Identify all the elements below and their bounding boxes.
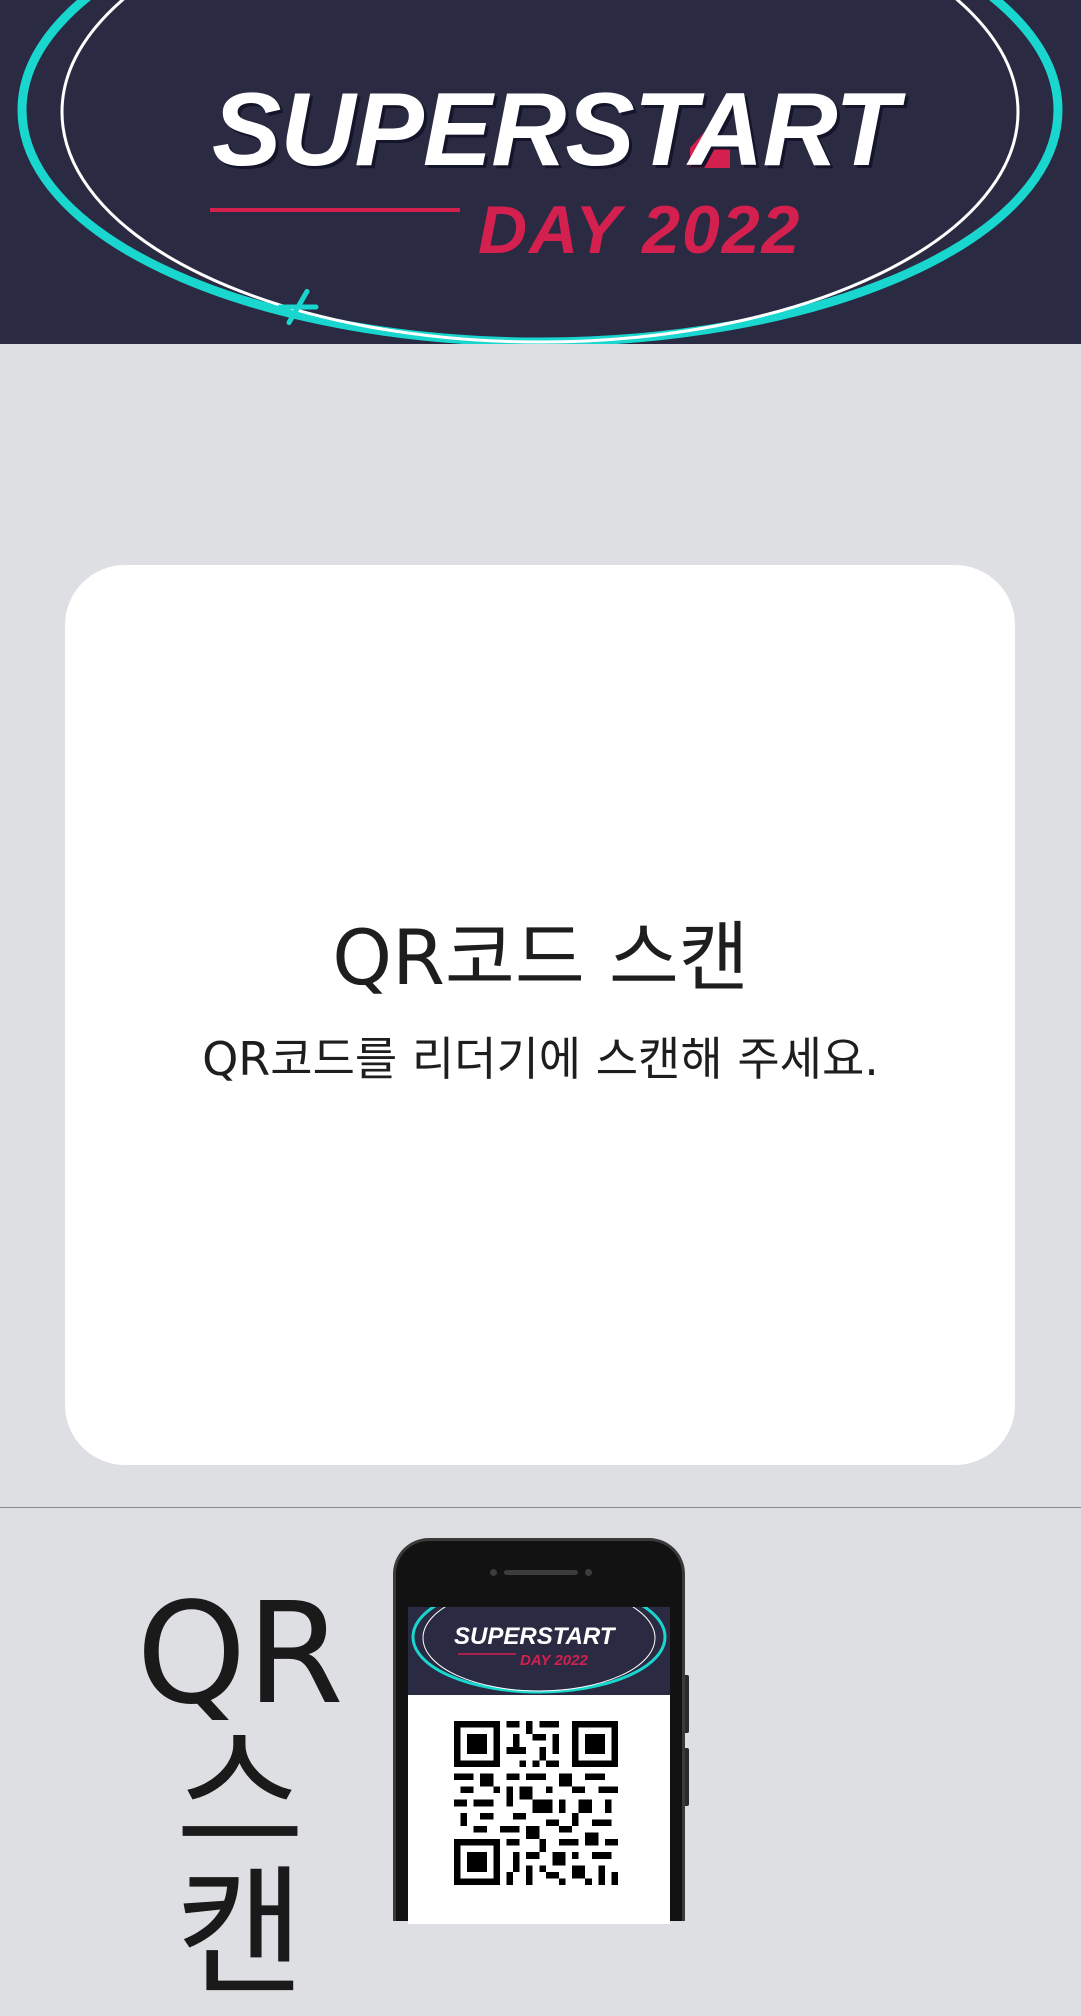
mini-banner: SUPERSTART DAY 2022 (408, 1607, 670, 1695)
mini-banner-decoration (411, 1607, 667, 1694)
card-title: QR코드 스캔 (332, 913, 749, 1002)
guide-label: QR 스캔 (120, 1585, 360, 2005)
guide-label-line1: QR (136, 1573, 344, 1736)
phone-screen: SUPERSTART DAY 2022 (408, 1607, 670, 1924)
logo-rule (210, 208, 460, 212)
header-banner: SUPERSTART DAY 2022 (0, 0, 1081, 344)
qr-code-icon (454, 1721, 618, 1885)
logo-subtitle: DAY 2022 (478, 192, 802, 268)
phone-earpiece-icon (504, 1570, 578, 1575)
mini-logo-title: SUPERSTART (454, 1623, 615, 1650)
phone-icon: SUPERSTART DAY 2022 (393, 1538, 685, 1924)
section-divider (0, 1507, 1081, 1508)
phone-sensor-icon (490, 1569, 497, 1576)
mini-logo-subtitle: DAY 2022 (520, 1652, 588, 1669)
card-subtitle: QR코드를 리더기에 스캔해 주세요. (202, 1032, 879, 1086)
guide-label-line2: 스캔 (175, 1713, 305, 2016)
phone-camera-icon (585, 1569, 592, 1576)
instruction-card (65, 565, 1015, 1465)
logo-title: SUPERSTART (212, 72, 898, 188)
